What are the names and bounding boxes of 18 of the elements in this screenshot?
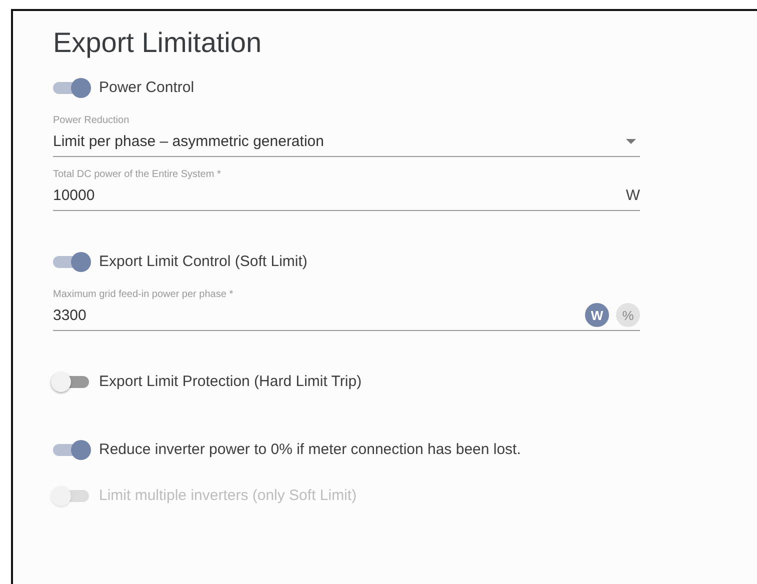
toggle-label: Export Limit Control (Soft Limit) bbox=[99, 252, 308, 270]
toggle-switch[interactable] bbox=[53, 76, 91, 98]
caret-icon bbox=[626, 138, 636, 144]
toggle-label: Export Limit Protection (Hard Limit Trip) bbox=[99, 372, 362, 390]
toggle-switch[interactable] bbox=[53, 370, 91, 392]
toggle-label: Limit multiple inverters (only Soft Limit) bbox=[99, 486, 357, 504]
toggle-label: Power Control bbox=[99, 78, 194, 96]
unit-button[interactable]: W bbox=[585, 303, 609, 327]
toggle-label: Reduce inverter power to 0% if meter connection has been lost. bbox=[99, 440, 521, 458]
field-label: Maximum grid feed-in power per phase * bbox=[53, 289, 234, 300]
input-field[interactable]: 3300 W % bbox=[53, 304, 640, 326]
unit-label: W bbox=[626, 186, 640, 204]
toggle-switch[interactable] bbox=[53, 438, 91, 460]
toggle-switch[interactable] bbox=[53, 250, 91, 272]
power-reduction-select[interactable]: Power Reduction Limit per phase – asymmetric generation bbox=[53, 115, 640, 157]
page-title: Export Limitation bbox=[53, 26, 263, 60]
field-label: Total DC power of the Entire System * bbox=[53, 169, 222, 180]
input-field[interactable]: 10000 W bbox=[53, 184, 640, 206]
